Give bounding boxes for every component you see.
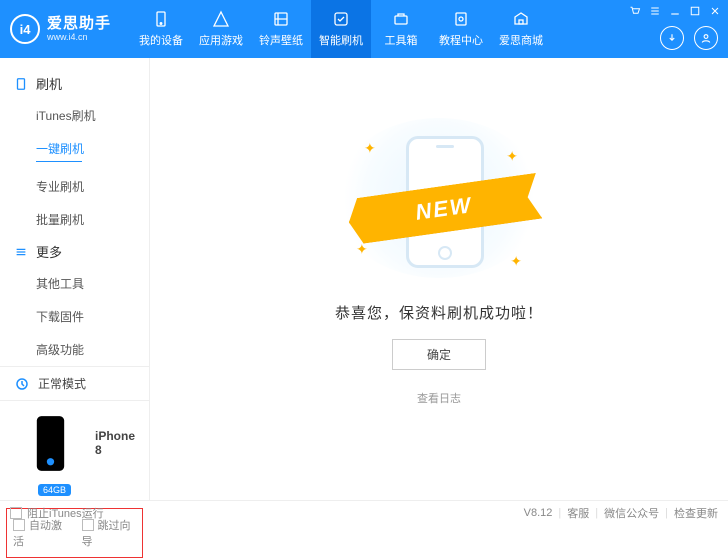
cart-icon[interactable] [628, 4, 642, 18]
sidebar-section-更多[interactable]: 更多 [0, 236, 149, 267]
sidebar-item-专业刷机[interactable]: 专业刷机 [36, 170, 149, 203]
nav-icon [212, 10, 230, 28]
storage-badge: 64GB [38, 484, 71, 496]
maximize-icon[interactable] [688, 4, 702, 18]
ok-button[interactable]: 确定 [392, 339, 486, 370]
nav-智能刷机[interactable]: 智能刷机 [311, 0, 371, 58]
nav-icon [392, 10, 410, 28]
nav-工具箱[interactable]: 工具箱 [371, 0, 431, 58]
user-icon[interactable] [694, 26, 718, 50]
brand-url: www.i4.cn [47, 32, 111, 42]
nav-icon [152, 10, 170, 28]
sidebar: 刷机iTunes刷机一键刷机专业刷机批量刷机更多其他工具下载固件高级功能 正常模… [0, 58, 150, 500]
main-panel: ✦ ✦ ✦ ✦ NEW 恭喜您，保资料刷机成功啦！ 确定 查看日志 [150, 58, 728, 500]
menu-icon[interactable] [648, 4, 662, 18]
nav-icon [332, 10, 350, 28]
nav-教程中心[interactable]: 教程中心 [431, 0, 491, 58]
version-label: V8.12 [524, 507, 553, 519]
mode-row[interactable]: 正常模式 [0, 366, 149, 400]
nav-icon [452, 10, 470, 28]
block-itunes-checkbox[interactable]: 阻止iTunes运行 [10, 505, 104, 521]
minimize-icon[interactable] [668, 4, 682, 18]
logo-icon: i4 [10, 14, 40, 44]
nav-icon [272, 10, 290, 28]
service-link[interactable]: 客服 [567, 505, 589, 521]
sidebar-item-其他工具[interactable]: 其他工具 [36, 267, 149, 300]
nav-我的设备[interactable]: 我的设备 [131, 0, 191, 58]
nav-铃声壁纸[interactable]: 铃声壁纸 [251, 0, 311, 58]
mode-label: 正常模式 [38, 375, 86, 392]
app-header: i4 爱思助手 www.i4.cn 我的设备应用游戏铃声壁纸智能刷机工具箱教程中… [0, 0, 728, 58]
skip-wizard-checkbox[interactable]: 跳过向导 [82, 517, 137, 549]
sidebar-section-刷机[interactable]: 刷机 [0, 68, 149, 99]
sparkle-icon: ✦ [364, 140, 376, 157]
device-row[interactable]: iPhone 8 [14, 407, 135, 480]
nav-爱思商城[interactable]: 爱思商城 [491, 0, 551, 58]
check-update-link[interactable]: 检查更新 [674, 505, 718, 521]
brand: i4 爱思助手 www.i4.cn [10, 14, 111, 44]
nav-icon [512, 10, 530, 28]
sidebar-item-下载固件[interactable]: 下载固件 [36, 300, 149, 333]
sparkle-icon: ✦ [506, 148, 518, 165]
view-log-link[interactable]: 查看日志 [417, 390, 461, 406]
sidebar-item-批量刷机[interactable]: 批量刷机 [36, 203, 149, 236]
sidebar-item-高级功能[interactable]: 高级功能 [36, 333, 149, 366]
nav-应用游戏[interactable]: 应用游戏 [191, 0, 251, 58]
sidebar-item-iTunes刷机[interactable]: iTunes刷机 [36, 99, 149, 132]
download-icon[interactable] [660, 26, 684, 50]
sidebar-item-一键刷机[interactable]: 一键刷机 [36, 132, 149, 170]
brand-name: 爱思助手 [47, 15, 111, 32]
success-illustration: ✦ ✦ ✦ ✦ NEW [334, 118, 544, 278]
window-controls [628, 4, 722, 18]
top-nav: 我的设备应用游戏铃声壁纸智能刷机工具箱教程中心爱思商城 [131, 0, 551, 58]
auto-activate-checkbox[interactable]: 自动激活 [13, 517, 68, 549]
wechat-link[interactable]: 微信公众号 [604, 505, 659, 521]
sparkle-icon: ✦ [510, 253, 522, 270]
sparkle-icon: ✦ [356, 241, 368, 258]
device-name: iPhone 8 [95, 429, 135, 457]
success-message: 恭喜您，保资料刷机成功啦！ [335, 302, 543, 323]
close-icon[interactable] [708, 4, 722, 18]
